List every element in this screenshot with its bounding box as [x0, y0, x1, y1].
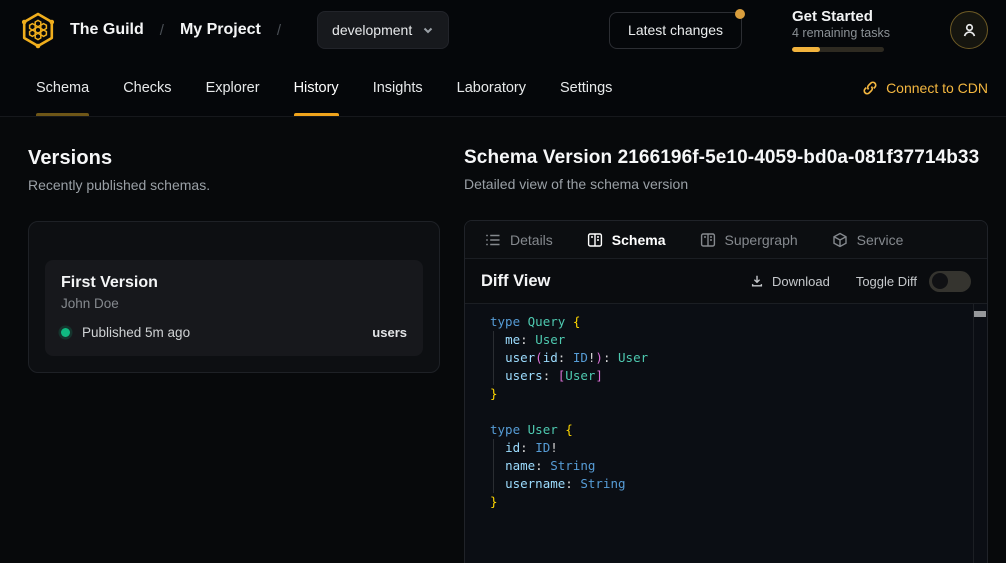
schema-code-viewer[interactable]: type Query { me: User user(id: ID!): Use… [465, 304, 987, 563]
version-status: Published 5m ago [82, 325, 190, 340]
code-scrollbar-thumb[interactable] [974, 311, 986, 317]
columns-icon [700, 232, 716, 248]
top-header: The Guild / My Project / development Lat… [0, 0, 1006, 60]
get-started-title: Get Started [792, 8, 904, 25]
schema-version-title: Schema Version 2166196f-5e10-4059-bd0a-0… [464, 147, 988, 169]
detail-tab-supergraph[interactable]: Supergraph [700, 232, 798, 248]
detail-tab-label: Schema [612, 232, 666, 248]
detail-tab-label: Details [510, 232, 553, 248]
versions-card: First Version John Doe Published 5m ago … [28, 221, 440, 373]
tab-insights[interactable]: Insights [373, 60, 423, 116]
tab-laboratory[interactable]: Laboratory [457, 60, 526, 116]
connect-to-cdn-label: Connect to CDN [886, 80, 988, 96]
versions-subtitle: Recently published schemas. [28, 177, 440, 193]
tab-schema[interactable]: Schema [36, 60, 89, 116]
version-service-badge: users [372, 325, 407, 340]
indent-guide [493, 439, 494, 493]
columns-icon [587, 232, 603, 248]
detail-tab-details[interactable]: Details [485, 232, 553, 248]
version-name: First Version [61, 274, 407, 292]
tab-settings[interactable]: Settings [560, 60, 612, 116]
chevron-down-icon [422, 24, 434, 36]
version-list-item[interactable]: First Version John Doe Published 5m ago … [45, 260, 423, 356]
list-icon [485, 232, 501, 248]
version-detail-column: Schema Version 2166196f-5e10-4059-bd0a-0… [464, 147, 988, 563]
versions-column: Versions Recently published schemas. Fir… [18, 147, 440, 563]
toggle-diff-switch[interactable] [929, 271, 971, 292]
main-content: Versions Recently published schemas. Fir… [0, 117, 1006, 563]
detail-tab-label: Supergraph [725, 232, 798, 248]
tab-history[interactable]: History [294, 60, 339, 116]
indent-guide [493, 331, 494, 385]
diff-view-header: Diff View Download Toggle Diff [465, 259, 987, 304]
target-selector-value: development [332, 22, 412, 38]
hive-logo-icon[interactable] [18, 10, 70, 50]
versions-title: Versions [28, 147, 440, 170]
code-scrollbar[interactable] [973, 304, 987, 563]
breadcrumb-separator: / [160, 22, 164, 39]
main-nav: Schema Checks Explorer History Insights … [0, 60, 1006, 117]
version-detail-panel: Details Schema [464, 220, 988, 563]
schema-version-subtitle: Detailed view of the schema version [464, 176, 988, 192]
download-button[interactable]: Download [750, 274, 830, 289]
notification-dot [735, 9, 745, 19]
detail-tab-strip: Details Schema [465, 221, 987, 259]
get-started-subtitle: 4 remaining tasks [792, 26, 904, 40]
cube-icon [832, 232, 848, 248]
target-selector-dropdown[interactable]: development [317, 11, 449, 49]
get-started-progress-fill [792, 47, 820, 52]
tab-checks[interactable]: Checks [123, 60, 171, 116]
download-label: Download [772, 274, 830, 289]
code-content: type Query { me: User user(id: ID!): Use… [465, 304, 987, 520]
published-status-dot [61, 328, 70, 337]
get-started-progressbar [792, 47, 884, 52]
person-icon [961, 22, 978, 39]
detail-tab-schema[interactable]: Schema [587, 232, 666, 248]
breadcrumb-org[interactable]: The Guild [70, 21, 144, 39]
user-avatar[interactable] [950, 11, 988, 49]
toggle-diff-thumb [932, 273, 948, 289]
version-author: John Doe [61, 296, 407, 311]
link-icon [862, 80, 878, 96]
diff-view-title: Diff View [481, 272, 550, 291]
breadcrumb-separator: / [277, 22, 281, 39]
breadcrumb-project[interactable]: My Project [180, 21, 261, 39]
toggle-diff-label: Toggle Diff [856, 274, 917, 289]
connect-to-cdn-link[interactable]: Connect to CDN [862, 60, 988, 116]
get-started-widget[interactable]: Get Started 4 remaining tasks [792, 8, 904, 52]
detail-tab-label: Service [857, 232, 904, 248]
detail-tab-service[interactable]: Service [832, 232, 904, 248]
download-icon [750, 274, 764, 288]
latest-changes-button[interactable]: Latest changes [609, 12, 742, 49]
tab-explorer[interactable]: Explorer [206, 60, 260, 116]
latest-changes-label: Latest changes [628, 22, 723, 38]
